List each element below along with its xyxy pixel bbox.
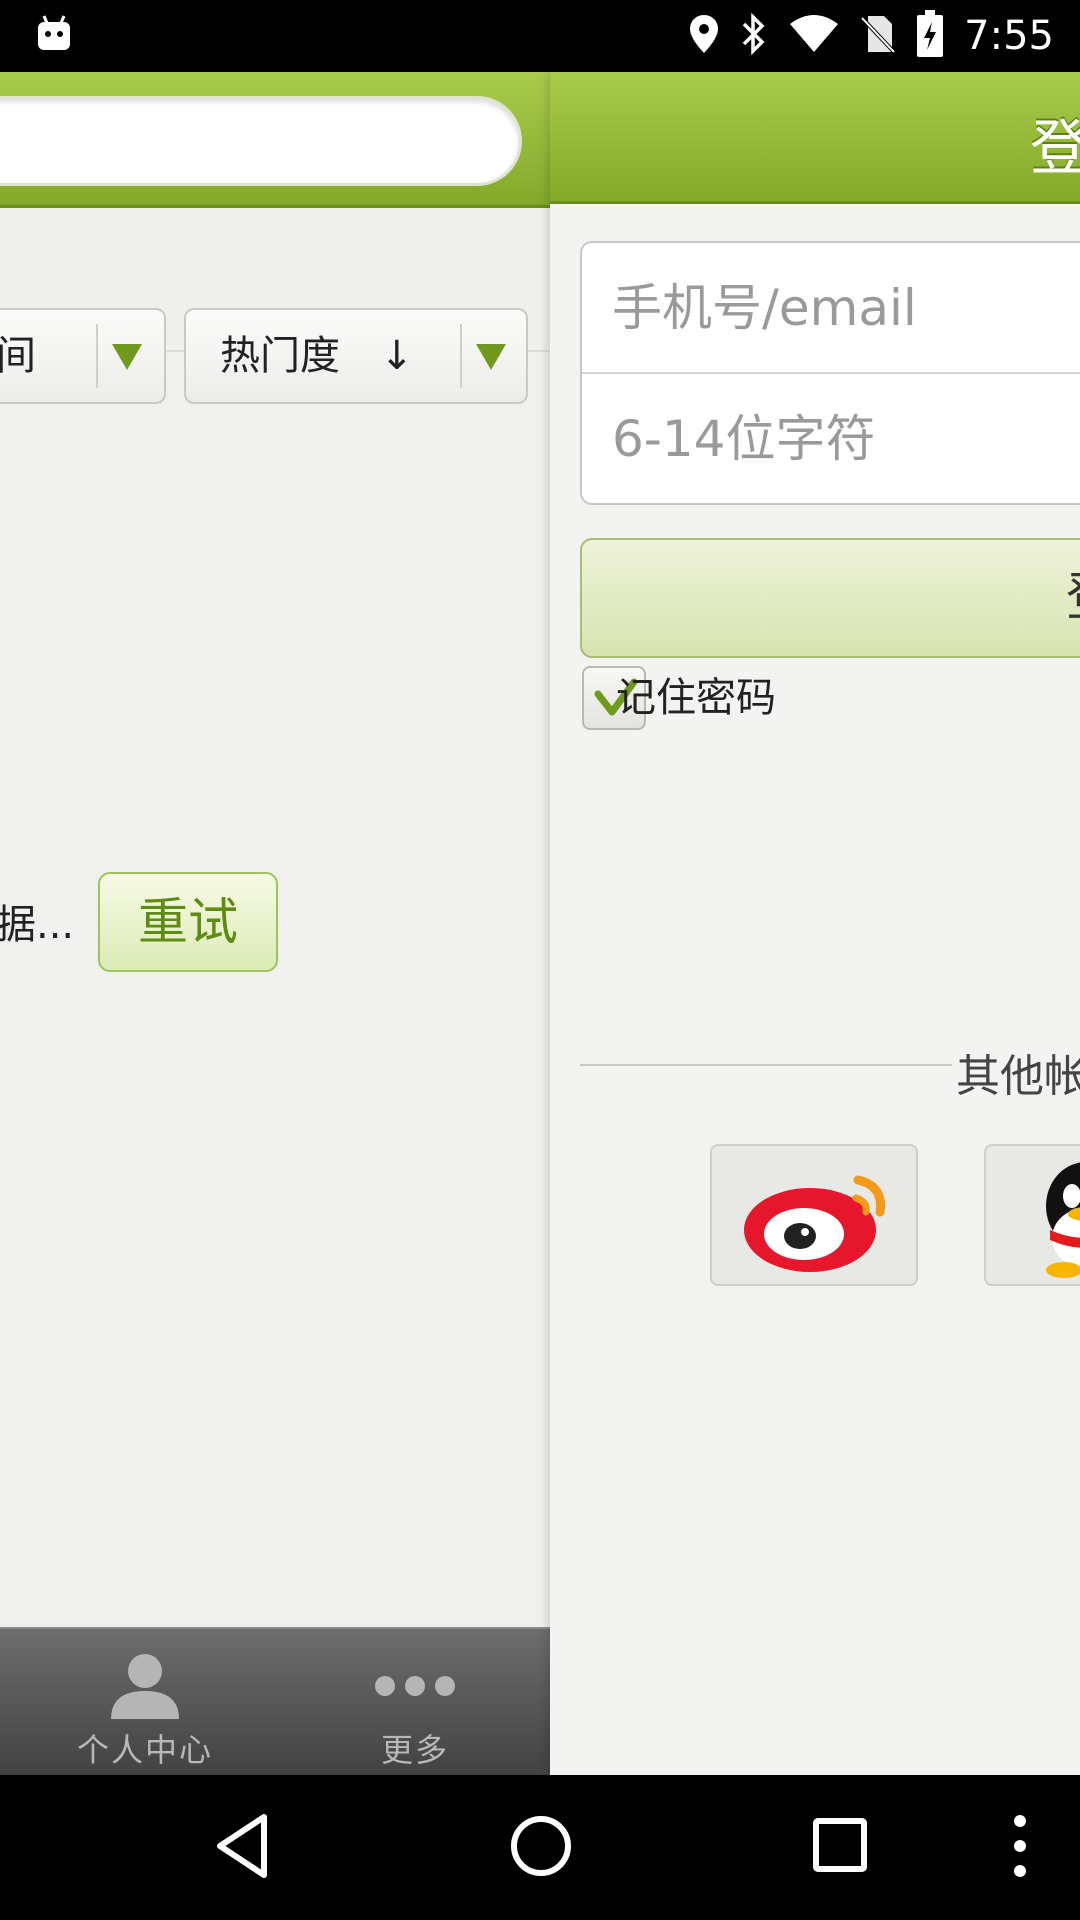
back-icon[interactable] bbox=[212, 1811, 272, 1885]
qq-icon bbox=[1046, 1162, 1080, 1278]
retry-button[interactable]: 重试 bbox=[98, 872, 278, 972]
system-nav-bar bbox=[0, 1775, 1080, 1920]
battery-charging-icon bbox=[916, 10, 944, 62]
filter-bar: 间 热门度 ↓ bbox=[0, 208, 550, 404]
qq-login-button[interactable] bbox=[984, 1144, 1080, 1286]
loading-text: 据... bbox=[0, 902, 75, 948]
login-button[interactable]: 登 bbox=[580, 538, 1080, 658]
search-input[interactable] bbox=[0, 96, 522, 186]
left-header bbox=[0, 72, 550, 208]
bottom-nav: 个人中心 更多 bbox=[0, 1627, 550, 1775]
no-sim-icon bbox=[860, 14, 896, 58]
category-dropdown-label: 间 bbox=[0, 333, 36, 379]
weibo-icon bbox=[744, 1175, 886, 1272]
nav-label-profile: 个人中心 bbox=[76, 1731, 213, 1769]
nav-item-more[interactable]: 更多 bbox=[305, 1629, 525, 1775]
clock: 7:55 bbox=[964, 13, 1054, 59]
left-panel: 间 热门度 ↓ 据... 重试 个人中心 更多 bbox=[0, 72, 550, 1775]
chevron-down-icon bbox=[476, 344, 506, 370]
password-field[interactable]: 6-14位字符 bbox=[582, 374, 1080, 505]
login-panel: 登 手机号/email 6-14位字符 登 记住密码 其他帐 bbox=[550, 72, 1080, 1775]
divider bbox=[580, 1064, 952, 1066]
nav-label-more: 更多 bbox=[380, 1731, 449, 1769]
remember-password-label: 记住密码 bbox=[616, 675, 776, 721]
location-icon bbox=[688, 13, 720, 59]
password-placeholder: 6-14位字符 bbox=[612, 410, 876, 468]
sort-dropdown-label: 热门度 ↓ bbox=[220, 333, 414, 379]
person-icon bbox=[35, 1651, 255, 1721]
page-title: 登 bbox=[1030, 114, 1080, 184]
chevron-down-icon bbox=[112, 344, 142, 370]
bluetooth-icon bbox=[740, 12, 768, 60]
dropdown-divider bbox=[460, 324, 462, 388]
android-notification-icon bbox=[36, 14, 72, 58]
sort-dropdown[interactable]: 热门度 ↓ bbox=[184, 308, 528, 404]
account-field[interactable]: 手机号/email bbox=[582, 243, 1080, 374]
login-header: 登 bbox=[550, 72, 1080, 204]
category-dropdown[interactable]: 间 bbox=[0, 308, 166, 404]
status-bar: 7:55 bbox=[0, 0, 1080, 72]
login-form: 手机号/email 6-14位字符 bbox=[580, 241, 1080, 505]
home-icon[interactable] bbox=[506, 1811, 576, 1885]
dropdown-divider bbox=[96, 324, 98, 388]
nav-item-profile[interactable]: 个人中心 bbox=[35, 1629, 255, 1775]
remember-password-row: 记住密码 bbox=[582, 666, 982, 730]
wifi-icon bbox=[788, 14, 840, 58]
recents-icon[interactable] bbox=[812, 1811, 868, 1885]
login-button-label: 登 bbox=[1066, 540, 1080, 656]
overflow-menu-icon[interactable] bbox=[1008, 1811, 1032, 1885]
other-accounts-label: 其他帐 bbox=[956, 1051, 1080, 1102]
account-placeholder: 手机号/email bbox=[612, 279, 917, 337]
weibo-login-button[interactable] bbox=[710, 1144, 918, 1286]
more-dots-icon bbox=[305, 1651, 525, 1721]
